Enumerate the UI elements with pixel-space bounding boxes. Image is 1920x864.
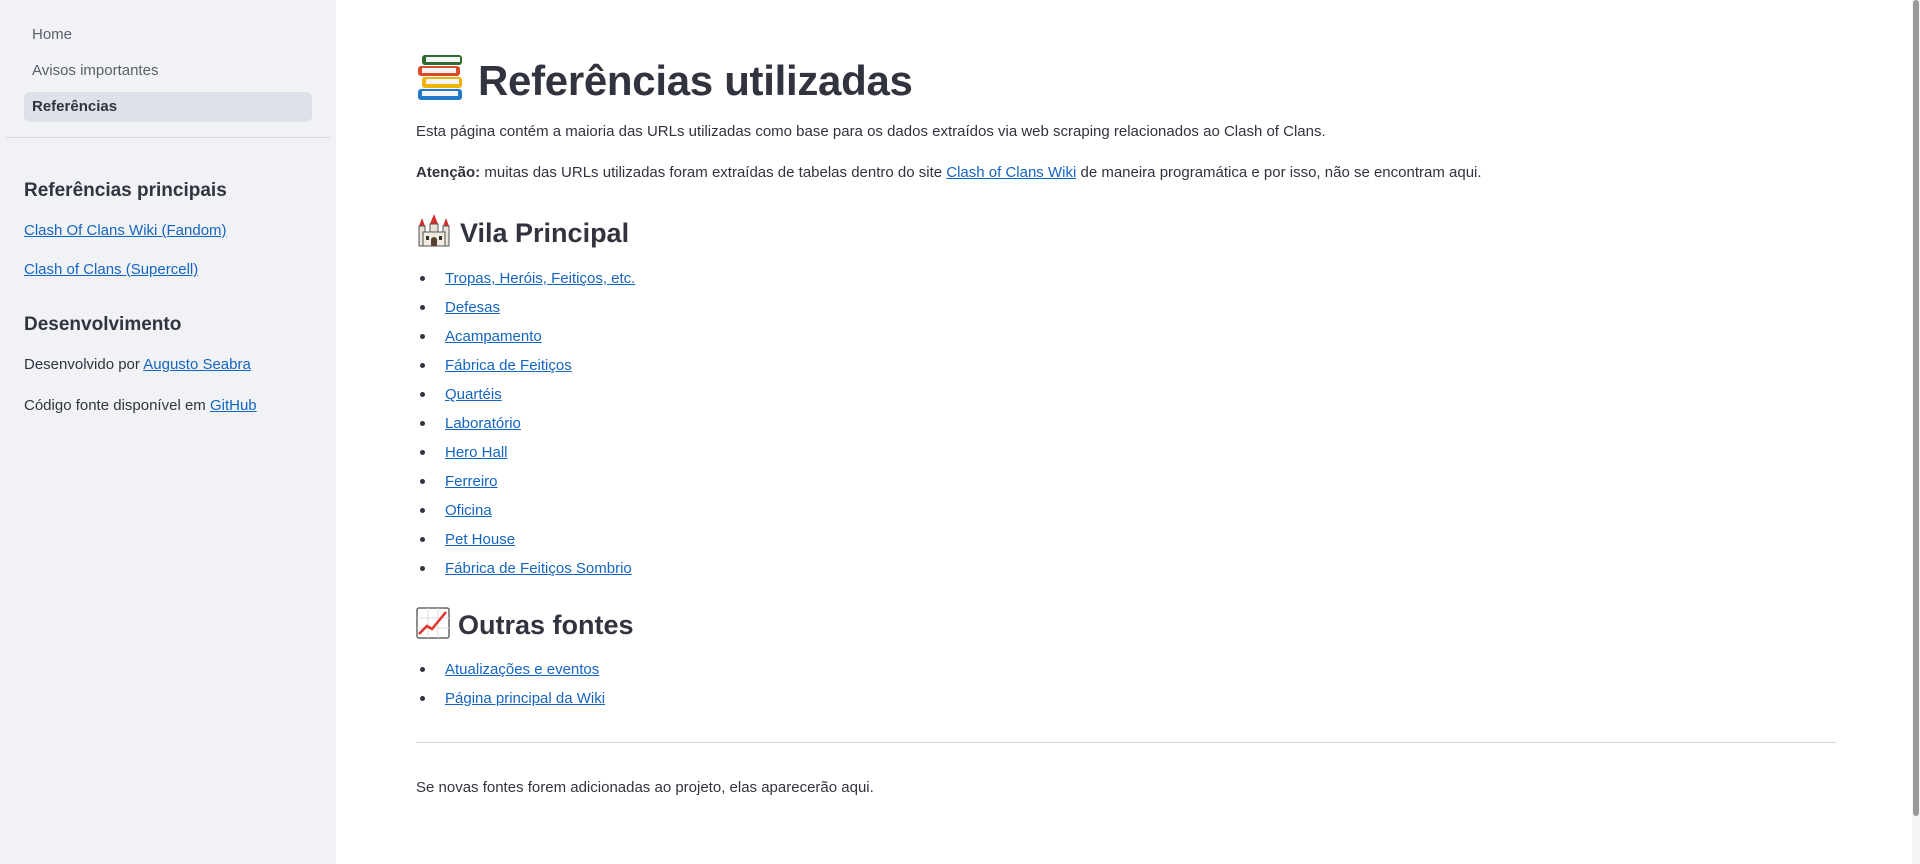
list-item: Oficina: [416, 500, 1836, 529]
link-tropas-herois-feiticos[interactable]: Tropas, Heróis, Feitiços, etc.: [445, 270, 635, 287]
sidebar-nav: Home Avisos importantes Referências: [0, 0, 336, 122]
divider: [416, 742, 1836, 743]
list-item: Pet House: [416, 529, 1836, 558]
sidebar-section-title-references: Referências principais: [24, 180, 227, 201]
chart-increasing-icon: [416, 607, 450, 644]
link-defesas[interactable]: Defesas: [445, 299, 500, 316]
link-hero-hall[interactable]: Hero Hall: [445, 444, 508, 461]
list-item: Página principal da Wiki: [416, 688, 1836, 717]
link-pet-house[interactable]: Pet House: [445, 531, 515, 548]
link-clash-of-clans-wiki[interactable]: Clash of Clans Wiki: [946, 164, 1076, 181]
sidebar-section-title-development: Desenvolvimento: [24, 314, 182, 335]
link-clash-wiki-fandom[interactable]: Clash Of Clans Wiki (Fandom): [24, 222, 312, 239]
link-oficina[interactable]: Oficina: [445, 502, 492, 519]
developer-credit: Desenvolvido por Augusto Seabra: [24, 356, 312, 373]
link-fabrica-de-feiticos[interactable]: Fábrica de Feitiços: [445, 357, 572, 374]
link-quarteis[interactable]: Quartéis: [445, 386, 502, 403]
section-title-vila-principal: Vila Principal: [460, 218, 630, 248]
attention-label: Atenção:: [416, 164, 481, 181]
list-item: Fábrica de Feitiços: [416, 355, 1836, 384]
link-atualizacoes-eventos[interactable]: Atualizações e eventos: [445, 661, 599, 678]
castle-icon: [416, 214, 452, 253]
sidebar-divider: [6, 137, 330, 138]
list-item: Laboratório: [416, 413, 1836, 442]
developer-credit-prefix: Desenvolvido por: [24, 356, 144, 373]
list-item: Defesas: [416, 297, 1836, 326]
link-acampamento[interactable]: Acampamento: [445, 328, 542, 345]
page-title: Referências utilizadas: [478, 56, 913, 104]
link-fabrica-feiticos-sombrio[interactable]: Fábrica de Feitiços Sombrio: [445, 560, 632, 577]
list-item: Quartéis: [416, 384, 1836, 413]
village-links-list: Tropas, Heróis, Feitiços, etc. Defesas A…: [416, 268, 1836, 587]
link-github[interactable]: GitHub: [210, 397, 257, 414]
books-icon: [416, 54, 466, 107]
intro-text: Esta página contém a maioria das URLs ut…: [416, 123, 1326, 140]
attention-note: Atenção: muitas das URLs utilizadas fora…: [416, 162, 1836, 184]
sidebar-content: Referências principais Clash Of Clans Wi…: [0, 180, 336, 414]
link-pagina-principal-wiki[interactable]: Página principal da Wiki: [445, 690, 605, 707]
list-item: Fábrica de Feitiços Sombrio: [416, 558, 1836, 587]
sidebar-nav-home[interactable]: Home: [24, 20, 312, 50]
other-links-list: Atualizações e eventos Página principal …: [416, 659, 1836, 717]
link-developer[interactable]: Augusto Seabra: [143, 356, 251, 373]
page-header: Referências utilizadas: [416, 54, 1836, 107]
scrollbar-thumb[interactable]: [1913, 0, 1919, 816]
link-clash-supercell[interactable]: Clash of Clans (Supercell): [24, 261, 312, 278]
link-laboratorio[interactable]: Laboratório: [445, 415, 521, 432]
section-header-vila-principal: Vila Principal: [416, 214, 1836, 253]
list-item: Acampamento: [416, 326, 1836, 355]
list-item: Hero Hall: [416, 442, 1836, 471]
section-header-outras-fontes: Outras fontes: [416, 607, 1836, 644]
sidebar-nav-avisos[interactable]: Avisos importantes: [24, 56, 312, 86]
footer-note: Se novas fontes forem adicionadas ao pro…: [416, 779, 874, 796]
attention-text-1: muitas das URLs utilizadas foram extraíd…: [480, 164, 947, 181]
list-item: Tropas, Heróis, Feitiços, etc.: [416, 268, 1836, 297]
source-code-prefix: Código fonte disponível em: [24, 397, 210, 414]
sidebar-nav-referencias[interactable]: Referências: [24, 92, 312, 122]
list-item: Ferreiro: [416, 471, 1836, 500]
link-ferreiro[interactable]: Ferreiro: [445, 473, 498, 490]
source-code-note: Código fonte disponível em GitHub: [24, 397, 312, 414]
sidebar: Home Avisos importantes Referências Refe…: [0, 0, 336, 864]
list-item: Atualizações e eventos: [416, 659, 1836, 688]
attention-text-2: de maneira programática e por isso, não …: [1076, 164, 1482, 181]
section-title-outras-fontes: Outras fontes: [458, 610, 634, 640]
main-content: Referências utilizadas Esta página conté…: [416, 0, 1836, 799]
scrollbar[interactable]: [1912, 0, 1920, 864]
